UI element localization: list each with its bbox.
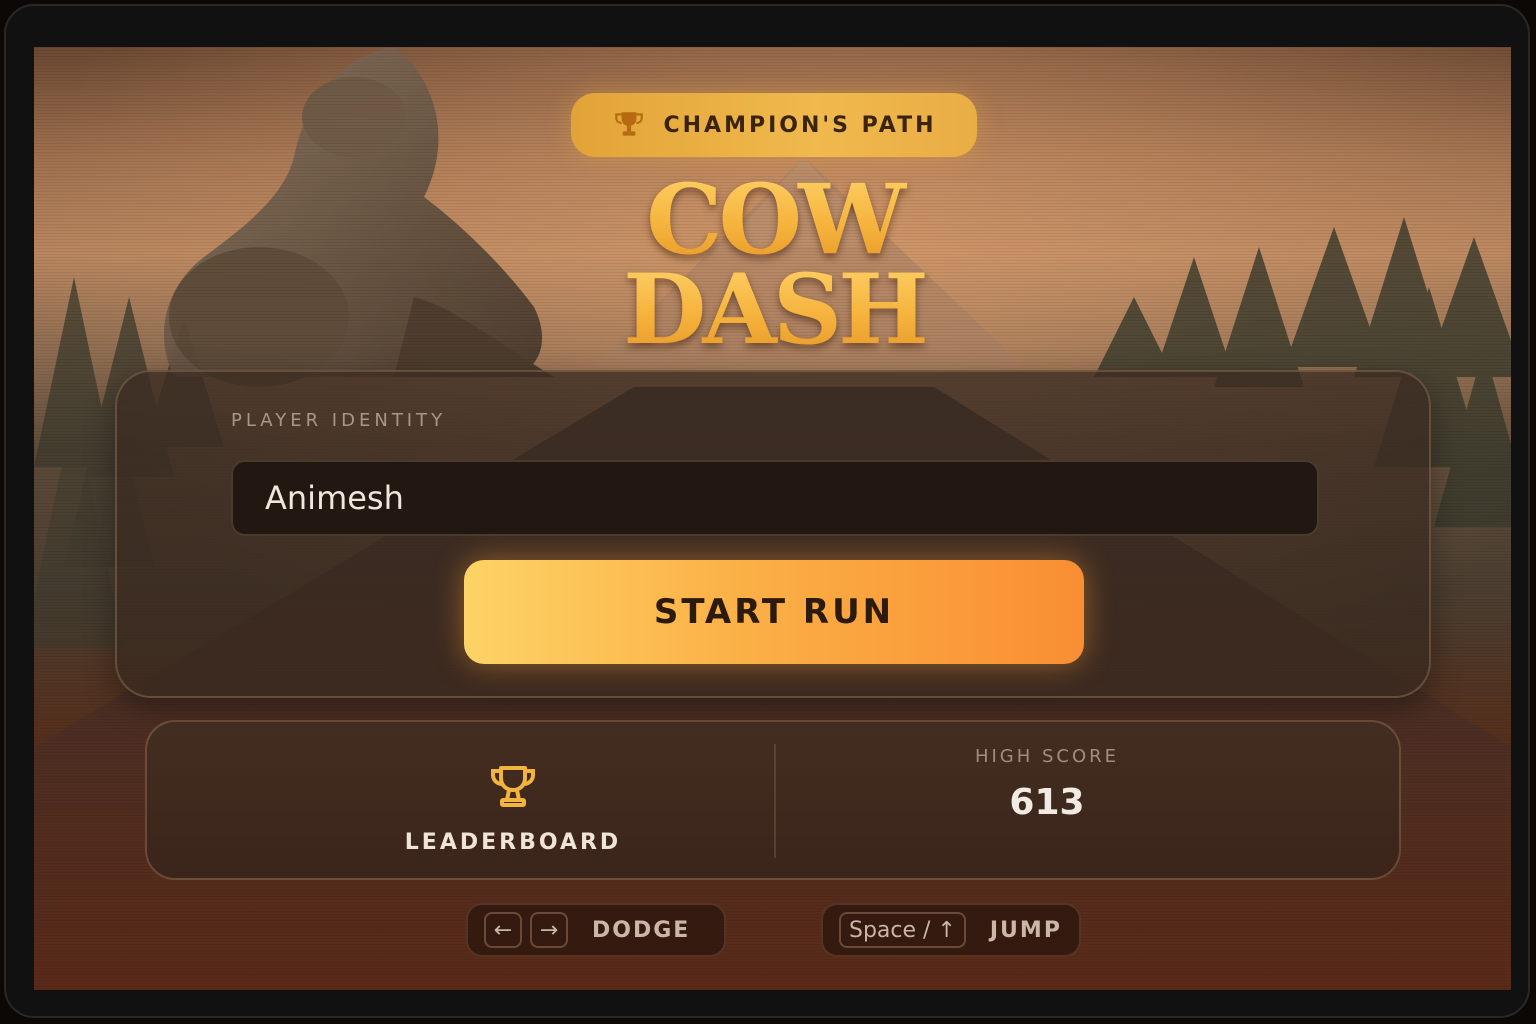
player-name-input[interactable] bbox=[231, 460, 1319, 536]
player-identity-label: PLAYER IDENTITY bbox=[231, 410, 447, 431]
right-arrow-key: → bbox=[530, 912, 568, 948]
game-title-line2: DASH bbox=[534, 255, 1014, 365]
leaderboard-button[interactable]: LEADERBOARD bbox=[147, 722, 774, 878]
stats-divider bbox=[774, 744, 776, 858]
player-panel: PLAYER IDENTITY START RUN bbox=[115, 370, 1431, 698]
stats-panel: LEADERBOARD HIGH SCORE 613 bbox=[145, 720, 1401, 880]
trophy-icon bbox=[614, 112, 643, 136]
leaderboard-label: LEADERBOARD bbox=[404, 830, 622, 855]
jump-label: JUMP bbox=[989, 917, 1062, 943]
badge-label: CHAMPION'S PATH bbox=[663, 112, 937, 138]
dodge-label: DODGE bbox=[592, 917, 691, 943]
left-arrow-key: ← bbox=[484, 912, 522, 948]
start-run-button[interactable]: START RUN bbox=[464, 560, 1084, 664]
game-screen: CHAMPION'S PATH COW DASH PLAYER IDENTITY… bbox=[34, 47, 1511, 990]
champions-path-badge: CHAMPION'S PATH bbox=[571, 93, 977, 157]
high-score-value: 613 bbox=[1009, 782, 1085, 823]
high-score-label: HIGH SCORE bbox=[974, 746, 1120, 767]
trophy-icon bbox=[491, 766, 535, 807]
jump-key: Space / ↑ bbox=[839, 912, 966, 948]
device-frame: CHAMPION'S PATH COW DASH PLAYER IDENTITY… bbox=[4, 4, 1530, 1018]
jump-hint: Space / ↑ JUMP bbox=[821, 903, 1081, 957]
dodge-hint: ← → DODGE bbox=[466, 903, 726, 957]
